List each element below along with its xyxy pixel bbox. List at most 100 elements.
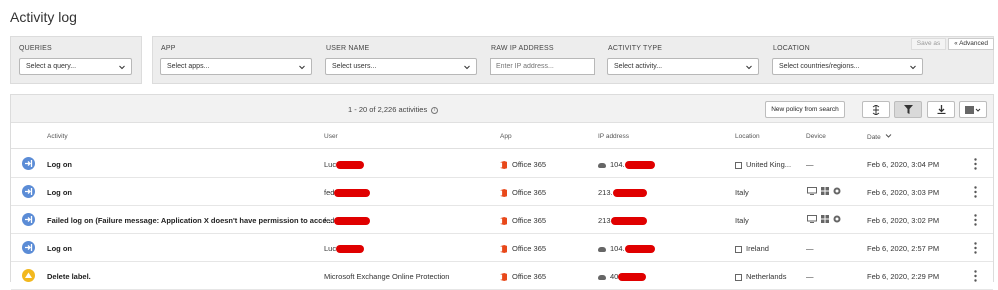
app-label: APP <box>161 45 176 52</box>
cloud-icon <box>598 162 606 168</box>
browser-icon <box>833 187 841 195</box>
table-row[interactable]: Log on fed Office 365 213. Italy Feb 6, … <box>11 178 993 206</box>
row-user[interactable]: Luc <box>324 244 365 254</box>
chevrons-icon: « <box>954 41 958 47</box>
more-options-icon[interactable] <box>974 242 977 254</box>
info-icon[interactable]: i <box>431 106 439 114</box>
redaction-mark <box>612 189 647 198</box>
new-policy-button[interactable]: New policy from search <box>765 101 845 118</box>
device-icons <box>807 187 841 195</box>
column-location[interactable]: Location <box>735 133 760 140</box>
filter-icon <box>903 105 913 114</box>
row-ip: 104. <box>598 244 655 254</box>
desktop-icon <box>807 215 817 223</box>
row-activity[interactable]: Failed log on (Failure message: Applicat… <box>47 216 333 225</box>
queries-label: QUERIES <box>19 45 52 52</box>
row-date: Feb 6, 2020, 3:03 PM <box>867 188 940 197</box>
row-date: Feb 6, 2020, 2:57 PM <box>867 244 940 253</box>
redaction-mark <box>334 217 371 226</box>
label-icon <box>22 269 35 282</box>
activity-type-label: ACTIVITY TYPE <box>608 45 663 52</box>
location-select[interactable]: Select countries/regions... <box>772 58 923 75</box>
row-device: — <box>806 160 814 169</box>
app-select[interactable]: Select apps... <box>160 58 312 75</box>
row-app: Office 365 <box>500 272 546 282</box>
table-row[interactable]: Log on Luc Office 365 104. United King..… <box>11 150 993 178</box>
row-user-text: fed <box>324 188 335 197</box>
row-location-text: Italy <box>735 216 749 225</box>
table-row[interactable]: Failed log on (Failure message: Applicat… <box>11 206 993 234</box>
row-user[interactable]: Microsoft Exchange Online Protection <box>324 272 449 281</box>
column-date[interactable]: Date <box>867 133 892 141</box>
browser-icon <box>833 215 841 223</box>
more-options-icon[interactable] <box>974 270 977 282</box>
building-icon <box>735 245 742 253</box>
column-activity[interactable]: Activity <box>47 133 68 140</box>
row-activity[interactable]: Log on <box>47 188 72 197</box>
ip-label: RAW IP ADDRESS <box>491 45 554 52</box>
column-settings-button[interactable] <box>959 101 987 118</box>
advanced-button[interactable]: « Advanced <box>948 38 994 50</box>
activity-count-text: 1 - 20 of 2,226 activities <box>348 105 428 114</box>
office-icon <box>500 245 507 254</box>
windows-icon <box>821 215 829 223</box>
logon-icon <box>22 185 35 198</box>
logon-icon <box>22 157 35 170</box>
app-select-value: Select apps... <box>167 63 210 70</box>
row-ip-text: 213 <box>598 216 611 225</box>
advanced-label: Advanced <box>959 40 988 47</box>
more-options-icon[interactable] <box>974 214 977 226</box>
location-label: LOCATION <box>773 45 810 52</box>
table-header: Activity User App IP address Location De… <box>11 123 993 149</box>
activity-type-select[interactable]: Select activity... <box>607 58 759 75</box>
row-activity[interactable]: Log on <box>47 244 72 253</box>
filter-button[interactable] <box>894 101 922 118</box>
column-device[interactable]: Device <box>806 133 826 140</box>
column-user[interactable]: User <box>324 133 338 140</box>
row-user[interactable]: fed <box>324 188 371 198</box>
queries-select[interactable]: Select a query... <box>19 58 132 75</box>
table-row[interactable]: Log on Luc Office 365 104. Ireland — Feb… <box>11 234 993 262</box>
table-row[interactable]: Delete label. Microsoft Exchange Online … <box>11 262 993 290</box>
username-label: USER NAME <box>326 45 370 52</box>
chevron-down-icon <box>464 65 470 70</box>
row-user-text: fed <box>324 216 335 225</box>
row-app-text: Office 365 <box>512 244 547 253</box>
row-user-text: Luc <box>324 244 337 253</box>
row-location: Ireland <box>735 244 769 253</box>
more-options-icon[interactable] <box>974 186 977 198</box>
row-date: Feb 6, 2020, 2:29 PM <box>867 272 940 281</box>
row-user[interactable]: fed <box>324 216 371 226</box>
row-location-text: Italy <box>735 188 749 197</box>
column-date-label: Date <box>867 134 881 141</box>
ip-address-input[interactable] <box>490 58 595 75</box>
row-activity[interactable]: Log on <box>47 160 72 169</box>
column-app[interactable]: App <box>500 133 512 140</box>
cloud-icon <box>598 274 606 280</box>
download-button[interactable] <box>927 101 955 118</box>
row-ip-text: 104. <box>610 244 625 253</box>
row-location: United King... <box>735 160 791 169</box>
row-ip: 104. <box>598 160 655 170</box>
device-icons <box>807 215 841 223</box>
username-select[interactable]: Select users... <box>325 58 477 75</box>
activity-type-select-value: Select activity... <box>614 63 663 70</box>
row-user[interactable]: Luc <box>324 160 365 170</box>
column-ip[interactable]: IP address <box>598 133 629 140</box>
queries-filter-panel: QUERIES Select a query... <box>10 36 142 84</box>
page-title: Activity log <box>10 9 77 25</box>
username-select-value: Select users... <box>332 63 377 70</box>
redaction-mark <box>618 273 647 282</box>
row-ip-text: 104. <box>610 160 625 169</box>
chevron-down-icon <box>299 65 305 70</box>
row-location-text: Ireland <box>746 244 769 253</box>
row-activity[interactable]: Delete label. <box>47 272 91 281</box>
expand-rows-button[interactable] <box>862 101 890 118</box>
filters-panel: APP Select apps... USER NAME Select user… <box>152 36 994 84</box>
row-location: Italy <box>735 216 749 225</box>
windows-icon <box>821 187 829 195</box>
more-options-icon[interactable] <box>974 158 977 170</box>
table-toolbar: 1 - 20 of 2,226 activities i New policy … <box>11 95 993 123</box>
row-app: Office 365 <box>500 160 546 170</box>
save-as-button[interactable]: Save as <box>910 38 947 50</box>
